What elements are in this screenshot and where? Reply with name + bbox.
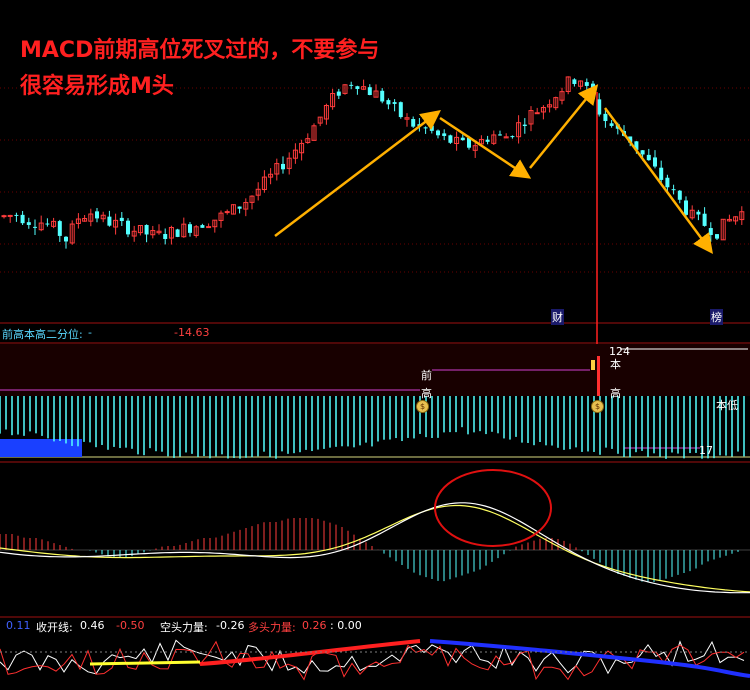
force-v6: : 0.00 — [330, 619, 362, 632]
annotation-line1: MACD前期高位死叉过的，不要参与 — [20, 38, 380, 63]
candle-body-54 — [336, 91, 341, 96]
indicator-name: 前高本高二分位: — [2, 328, 83, 341]
candle-body-17 — [107, 216, 112, 226]
candle-body-0 — [1, 215, 7, 218]
tag-ben: 本 — [610, 358, 621, 371]
force-v1: 0.11 — [6, 619, 31, 632]
candle-body-61 — [380, 90, 385, 102]
candle-body-5 — [33, 226, 37, 228]
candle-body-110 — [684, 200, 688, 215]
force-v2: 0.46 — [80, 619, 105, 632]
candle-body-45 — [281, 163, 285, 170]
candle-body-94 — [584, 82, 589, 86]
tag-gao-1: 高 — [421, 387, 432, 400]
candle-body-9 — [57, 221, 62, 236]
candle-body-80 — [498, 134, 502, 136]
candle-body-107 — [665, 177, 670, 188]
force-bear-thick — [429, 639, 750, 678]
candle-body-15 — [95, 211, 99, 219]
candle-body-36 — [224, 211, 230, 214]
chart-svg — [0, 76, 750, 681]
indicator-spike-yellow — [591, 360, 595, 370]
tag-qian: 前 — [421, 369, 432, 382]
candle-body-26 — [163, 234, 168, 239]
candle-body-32 — [200, 225, 205, 228]
indicator-value: -14.63 — [174, 326, 210, 339]
candle-body-38 — [237, 206, 242, 209]
candle-body-82 — [510, 136, 515, 138]
candle-body-23 — [144, 225, 149, 235]
candle-body-63 — [392, 102, 397, 104]
force-yellow-segment — [89, 660, 201, 666]
indicator-dark-band — [0, 344, 750, 396]
candle-body-66 — [411, 119, 416, 127]
candle-body-105 — [653, 157, 657, 167]
candle-body-10 — [64, 236, 68, 242]
tag-17: 17 — [699, 444, 713, 457]
candle-body-7 — [45, 223, 50, 225]
trend-arrow-0 — [274, 109, 441, 237]
candle-body-113 — [702, 213, 707, 226]
indicator-spike-red — [597, 356, 600, 396]
force-label-2: 收开线: — [36, 621, 73, 634]
candle-body-56 — [349, 84, 354, 86]
candle-body-72 — [448, 135, 453, 143]
indicator-sep: - — [88, 326, 92, 339]
candle-body-30 — [188, 224, 192, 233]
candle-body-19 — [119, 217, 124, 222]
candle-body-84 — [522, 124, 527, 127]
candle-body-28 — [175, 229, 180, 237]
force-v4: -0.26 — [216, 619, 245, 632]
candle-body-3 — [20, 214, 25, 224]
force-label-5: 多头力量: — [248, 621, 296, 634]
candle-body-2 — [14, 214, 19, 216]
candle-body-70 — [436, 130, 440, 136]
candle-body-68 — [423, 127, 428, 129]
coin-icon-1: $ — [416, 400, 429, 413]
candle-body-20 — [126, 220, 130, 235]
event-bang-marker[interactable]: 榜 — [710, 309, 723, 325]
force-v3: -0.50 — [116, 619, 145, 632]
candle-body-78 — [485, 139, 490, 142]
candle-body-33 — [206, 226, 212, 229]
candle-body-59 — [367, 87, 372, 96]
candle-body-71 — [442, 133, 447, 136]
candle-body-115 — [715, 234, 719, 239]
candle-body-69 — [429, 125, 434, 131]
tag-ben-low: 本低 — [716, 399, 738, 412]
force-label-4: 空头力量: — [160, 621, 208, 634]
candle-body-62 — [386, 100, 391, 105]
candle-body-96 — [597, 99, 602, 115]
candle-body-109 — [677, 190, 682, 200]
candle-body-106 — [659, 167, 664, 180]
candle-body-64 — [398, 102, 403, 118]
indicator-blue-block — [0, 439, 82, 457]
candle-body-108 — [671, 189, 676, 191]
candle-body-104 — [646, 154, 651, 161]
candle-body-74 — [460, 137, 465, 141]
trend-arrow-3 — [603, 107, 713, 255]
annotation-line2: 很容易形成M头 — [20, 74, 174, 99]
candle-body-86 — [534, 112, 540, 115]
candle-body-97 — [603, 113, 608, 122]
candle-body-4 — [26, 222, 31, 225]
candle-body-1 — [7, 214, 13, 217]
tag-gao-2: 高 — [610, 387, 621, 400]
event-cai-marker[interactable]: 财 — [551, 309, 564, 325]
trend-arrow-1 — [439, 116, 532, 179]
coin-icon-2: $ — [591, 400, 604, 413]
candle-body-98 — [609, 123, 614, 126]
force-v5: 0.26 — [302, 619, 327, 632]
candle-body-112 — [696, 211, 701, 215]
candle-body-103 — [640, 150, 645, 155]
macd-dif-line — [0, 502, 750, 594]
chart-stage: MACD前期高位死叉过的，不要参与 很容易形成M头 财 榜 前高本高二分位: -… — [0, 0, 750, 690]
candle-body-114 — [708, 228, 713, 236]
candle-body-92 — [572, 79, 577, 84]
candle-body-57 — [355, 86, 360, 89]
